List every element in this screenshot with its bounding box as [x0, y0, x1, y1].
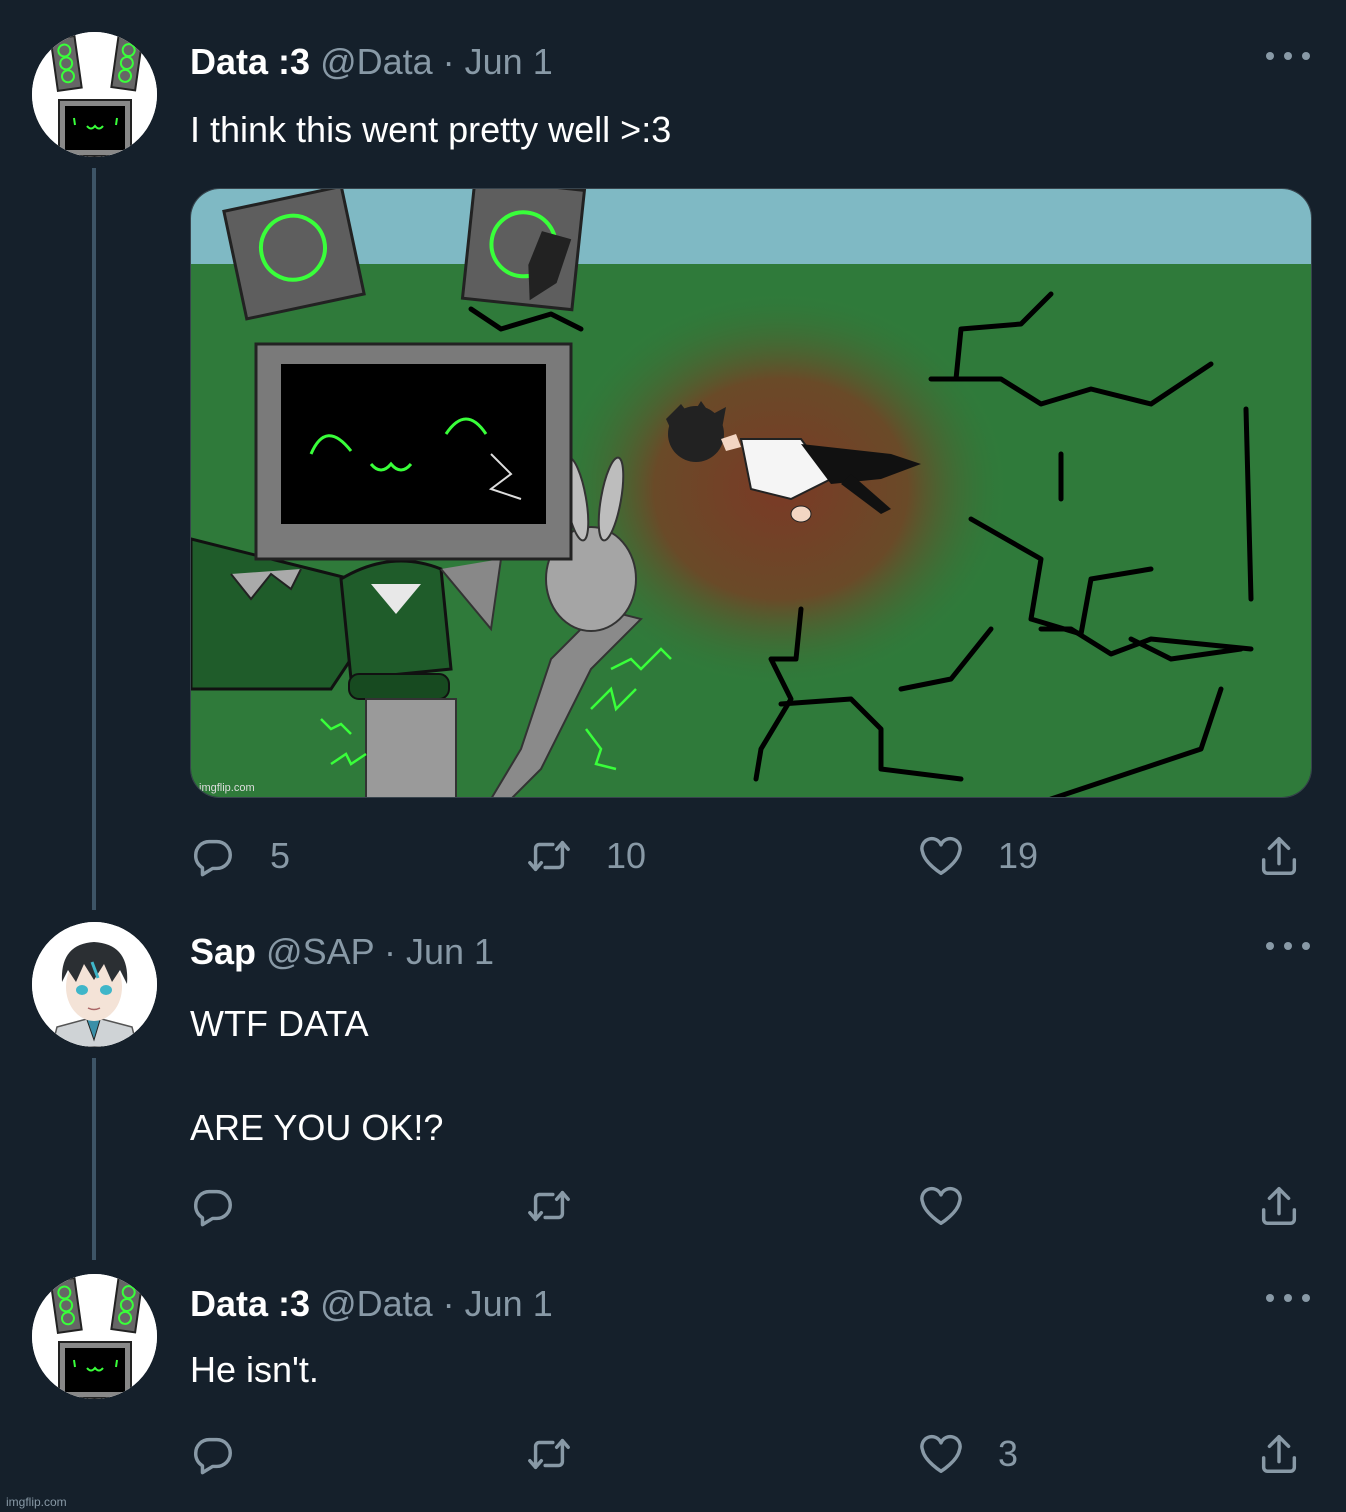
display-name[interactable]: Data :3 [190, 1283, 310, 1324]
share-icon [1256, 1431, 1302, 1477]
user-avatar-icon [32, 922, 157, 1047]
handle-and-date[interactable]: @Data · Jun 1 [320, 41, 553, 82]
like-button[interactable]: 19 [918, 832, 1038, 880]
reply-icon [190, 1431, 236, 1477]
handle-and-date[interactable]: @Data · Jun 1 [320, 1283, 553, 1324]
reply-button[interactable] [190, 1430, 236, 1478]
share-button[interactable] [1256, 832, 1302, 880]
media-watermark: imgflip.com [199, 782, 255, 794]
robot-avatar-icon [32, 32, 157, 157]
more-icon[interactable] [1266, 1288, 1310, 1308]
retweet-icon [526, 833, 572, 879]
reply-button[interactable] [190, 1182, 236, 1230]
tweet-actions: 5 10 19 [190, 832, 1310, 880]
tweet-actions: 3 [190, 1430, 1310, 1478]
reply-icon [190, 1183, 236, 1229]
share-button[interactable] [1256, 1430, 1302, 1478]
avatar[interactable] [32, 32, 157, 157]
like-button[interactable]: 3 [918, 1430, 1018, 1478]
retweet-button[interactable] [526, 1182, 572, 1230]
tweet-actions [190, 1182, 1310, 1230]
more-icon[interactable] [1266, 46, 1310, 66]
thread-line [92, 168, 96, 910]
like-icon [918, 1431, 964, 1477]
share-icon [1256, 1183, 1302, 1229]
thread-line [92, 1058, 96, 1260]
retweet-icon [526, 1431, 572, 1477]
avatar[interactable] [32, 1274, 157, 1399]
share-button[interactable] [1256, 1182, 1302, 1230]
tweet-media-image[interactable]: imgflip.com [190, 188, 1312, 798]
tweet-header: Data :3 @Data · Jun 1 [190, 40, 553, 84]
tweet-header: Sap @SAP · Jun 1 [190, 930, 494, 974]
retweet-icon [526, 1183, 572, 1229]
tweet-text: WTF DATA ARE YOU OK!? [190, 1003, 444, 1148]
like-icon [918, 833, 964, 879]
tweet-header: Data :3 @Data · Jun 1 [190, 1282, 553, 1326]
tweet-2[interactable]: Sap @SAP · Jun 1 WTF DATA ARE YOU OK!? [0, 910, 1346, 1260]
tweet-1[interactable]: Data :3 @Data · Jun 1 I think this went … [0, 0, 1346, 910]
handle-and-date[interactable]: @SAP · Jun 1 [266, 931, 494, 972]
drawing-illustration: imgflip.com [191, 189, 1311, 797]
retweet-button[interactable]: 10 [526, 832, 646, 880]
reply-button[interactable]: 5 [190, 832, 290, 880]
like-count: 3 [998, 1433, 1019, 1474]
display-name[interactable]: Sap [190, 931, 256, 972]
display-name[interactable]: Data :3 [190, 41, 310, 82]
avatar[interactable] [32, 922, 157, 1047]
tweet-text: He isn't. [190, 1349, 319, 1390]
reply-icon [190, 833, 236, 879]
like-button[interactable] [918, 1182, 964, 1230]
tweet-text: I think this went pretty well >:3 [190, 109, 672, 150]
reply-count: 5 [270, 835, 291, 876]
tweet-3[interactable]: Data :3 @Data · Jun 1 He isn't. 3 [0, 1262, 1346, 1492]
like-icon [918, 1183, 964, 1229]
robot-avatar-icon [32, 1274, 157, 1399]
retweet-button[interactable] [526, 1430, 572, 1478]
like-count: 19 [998, 835, 1039, 876]
retweet-count: 10 [606, 835, 647, 876]
share-icon [1256, 833, 1302, 879]
page-watermark: imgflip.com [6, 1495, 67, 1509]
more-icon[interactable] [1266, 936, 1310, 956]
